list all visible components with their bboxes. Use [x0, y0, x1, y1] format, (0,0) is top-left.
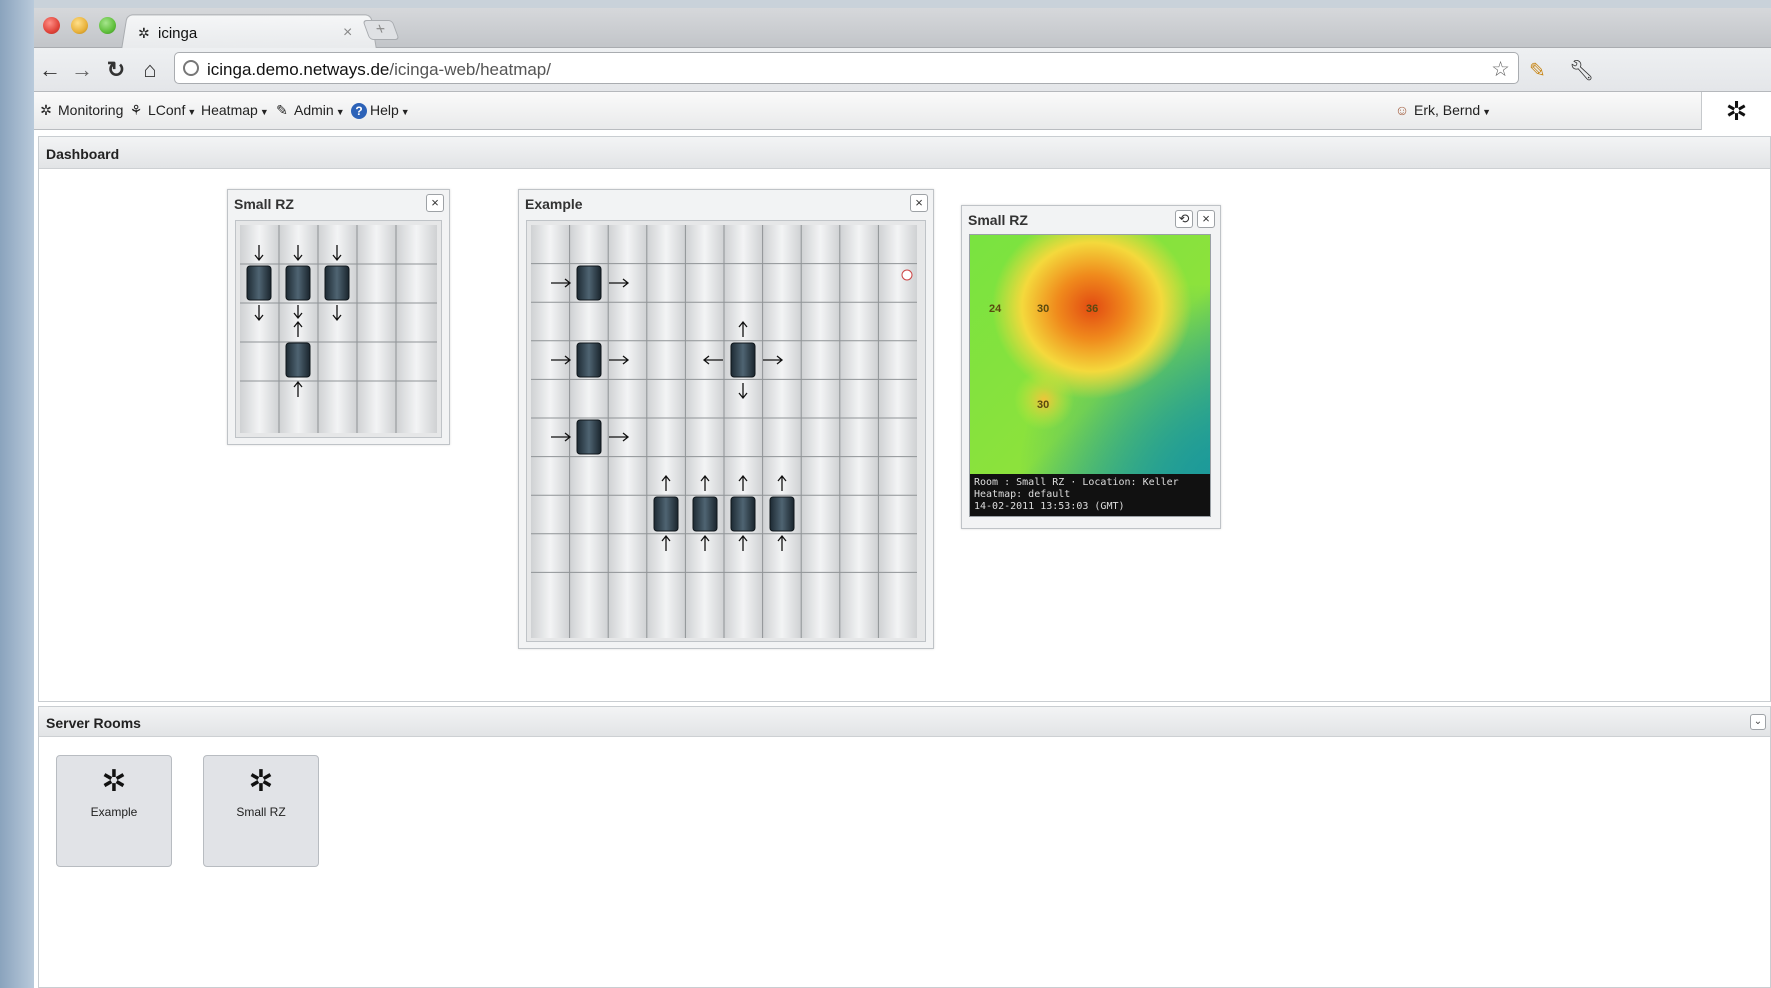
refresh-icon[interactable]: ⟲ [1175, 210, 1193, 228]
menu-help[interactable]: ? Help ▼ [351, 102, 410, 119]
chevron-down-icon: ▼ [187, 107, 197, 117]
minimize-window-button[interactable] [71, 17, 88, 34]
widget-example-map[interactable]: Example × [518, 189, 934, 649]
widget-title: Example [525, 196, 583, 212]
menu-admin[interactable]: ✎ Admin ▼ [274, 102, 345, 119]
url-host: icinga.demo.netways.de [207, 60, 390, 79]
home-icon[interactable]: ⌂ [136, 56, 164, 84]
room-tile-example[interactable]: ✲ Example [56, 755, 172, 867]
back-arrow-icon[interactable]: ← [36, 56, 64, 84]
heatmap-svg [970, 235, 1210, 476]
dashboard-panel: Dashboard Small RZ × Example × Small RZ … [38, 136, 1771, 702]
chevron-down-icon: ▼ [1482, 107, 1492, 117]
wrench-icon: ✎ [276, 102, 288, 118]
room-grid [240, 225, 437, 433]
heatmap-timestamp: 14-02-2011 13:53:03 (GMT) [974, 501, 1125, 512]
bookmark-star-icon[interactable]: ☆ [1491, 57, 1510, 82]
page-info-icon[interactable] [183, 60, 199, 76]
heatmap-name-line: Heatmap: default [974, 489, 1071, 500]
extension-icon[interactable]: ✎ [1529, 58, 1546, 83]
user-menu[interactable]: ☺ Erk, Bernd ▼ [1394, 102, 1491, 118]
menu-lconf[interactable]: ⚘ LConf ▼ [128, 102, 197, 119]
heat-value: 24 [989, 303, 1002, 315]
icinga-icon: ✲ [101, 765, 127, 798]
menu-lconf-label: LConf [148, 102, 186, 118]
room-grid [531, 225, 917, 638]
tab-strip: ✲ icinga × + [34, 8, 1771, 50]
zoom-window-button[interactable] [99, 17, 116, 34]
menu-monitoring-label: Monitoring [58, 102, 124, 118]
close-icon[interactable]: × [1197, 210, 1215, 228]
dashboard-title: Dashboard [39, 137, 1770, 169]
chevron-down-icon: ▼ [400, 107, 410, 117]
address-bar[interactable]: icinga.demo.netways.de/icinga-web/heatma… [174, 52, 1519, 84]
heatmap-legend: Room : Small RZ · Location: Keller Heatm… [970, 474, 1210, 516]
navigation-toolbar: ← → ↻ ⌂ icinga.demo.netways.de/icinga-we… [34, 48, 1771, 92]
widget-small-rz-map[interactable]: Small RZ × [227, 189, 450, 445]
reload-icon[interactable]: ↻ [102, 56, 130, 84]
desktop-top-edge [34, 0, 1771, 8]
close-icon[interactable]: × [426, 194, 444, 212]
url-text: icinga.demo.netways.de/icinga-web/heatma… [207, 60, 551, 80]
sensor-icon[interactable] [901, 269, 913, 281]
grid-cells [240, 225, 437, 433]
menu-admin-label: Admin [294, 102, 334, 118]
tab-close-icon[interactable]: × [343, 24, 352, 42]
user-icon: ☺ [1394, 102, 1410, 118]
lconf-icon: ⚘ [129, 102, 143, 118]
widget-title: Small RZ [234, 196, 294, 212]
tab-title: icinga [158, 25, 198, 42]
heat-value: 36 [1086, 303, 1099, 315]
room-tile-small-rz[interactable]: ✲ Small RZ [203, 755, 319, 867]
collapse-icon[interactable]: ⌄ [1750, 714, 1766, 730]
heat-value: 30 [1037, 303, 1050, 315]
close-window-button[interactable] [43, 17, 60, 34]
icinga-icon: ✲ [248, 765, 274, 798]
help-icon: ? [351, 103, 367, 119]
icinga-logo-icon[interactable]: ✲ [1701, 92, 1771, 130]
widget-small-rz-heatmap[interactable]: Small RZ ⟲ × 24 30 36 30 Room: Small RZ… [961, 205, 1221, 529]
app-menu-bar: ✲ Monitoring ⚘ LConf ▼ Heatmap ▼ ✎ Admin ▼ ? He… [34, 92, 1771, 130]
menu-monitoring[interactable]: ✲ Monitoring [38, 102, 123, 119]
heat-value: 30 [1037, 399, 1050, 411]
wrench-icon[interactable]: 🔧︎ [1569, 58, 1594, 83]
chevron-down-icon: ▼ [259, 107, 269, 117]
room-grid-svg [240, 225, 437, 433]
room-map [235, 220, 442, 438]
tab-icinga[interactable]: ✲ icinga × [124, 14, 374, 49]
user-name: Erk, Bernd [1414, 102, 1481, 118]
forward-arrow-icon[interactable]: → [68, 56, 96, 84]
heatmap-room-line: Room : Small RZ · Location: Keller [974, 477, 1179, 488]
menu-heatmap-label: Heatmap [201, 102, 258, 118]
heatmap-image: 24 30 36 30 Room : Small RZ · Location: … [969, 234, 1211, 517]
close-icon[interactable]: × [910, 194, 928, 212]
menu-heatmap[interactable]: Heatmap ▼ [201, 102, 269, 118]
room-label: Small RZ [236, 805, 286, 819]
browser-window: ✲ icinga × + ← → ↻ ⌂ icinga.demo.netways… [34, 8, 1771, 988]
server-rooms-panel: Server Rooms ⌄ ✲ Example ✲ Small RZ [38, 706, 1771, 988]
chevron-down-icon: ▼ [335, 107, 345, 117]
url-path: /icinga-web/heatmap/ [389, 60, 551, 79]
server-rooms-title: Server Rooms [39, 707, 1770, 737]
room-map [526, 220, 926, 642]
new-tab-button[interactable]: + [362, 20, 400, 40]
room-grid-svg [531, 225, 917, 638]
icinga-icon: ✲ [40, 102, 52, 118]
room-label: Example [90, 805, 138, 819]
menu-help-label: Help [370, 102, 399, 118]
icinga-logo-icon: ✲ [138, 25, 150, 41]
desktop-left-edge [0, 0, 34, 988]
